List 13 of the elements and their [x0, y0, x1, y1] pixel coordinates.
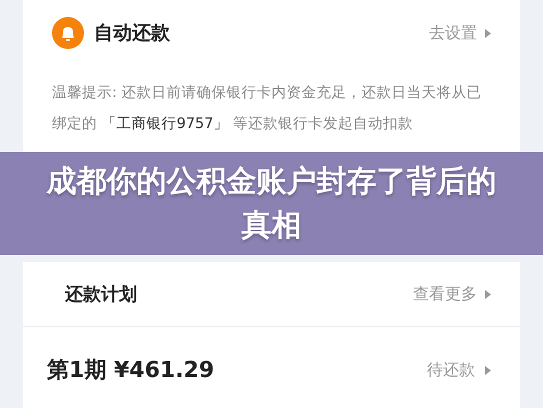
- section-title: 自动还款: [94, 21, 171, 46]
- bell-icon: [52, 17, 84, 49]
- installment-amount: 第1期 ¥461.29: [47, 357, 216, 385]
- settings-link[interactable]: 去设置: [429, 22, 491, 44]
- installment-row[interactable]: 第1期 ¥461.29 待还款: [23, 327, 520, 385]
- caret-icon: [485, 290, 491, 298]
- more-link[interactable]: 查看更多: [413, 284, 491, 304]
- banner-title: 成都你的公积金账户封存了背后的真相: [45, 162, 498, 244]
- tip-text: 温馨提示: 还款日前请确保银行卡内资金充足，还款日当天将从已绑定的 「工商银行9757」 等还款银行卡发起自动扣款: [52, 84, 482, 134]
- section-title: 还款计划: [65, 283, 138, 306]
- caret-icon: [485, 28, 491, 38]
- installment-status: 待还款: [427, 360, 475, 380]
- caret-icon: [485, 366, 491, 374]
